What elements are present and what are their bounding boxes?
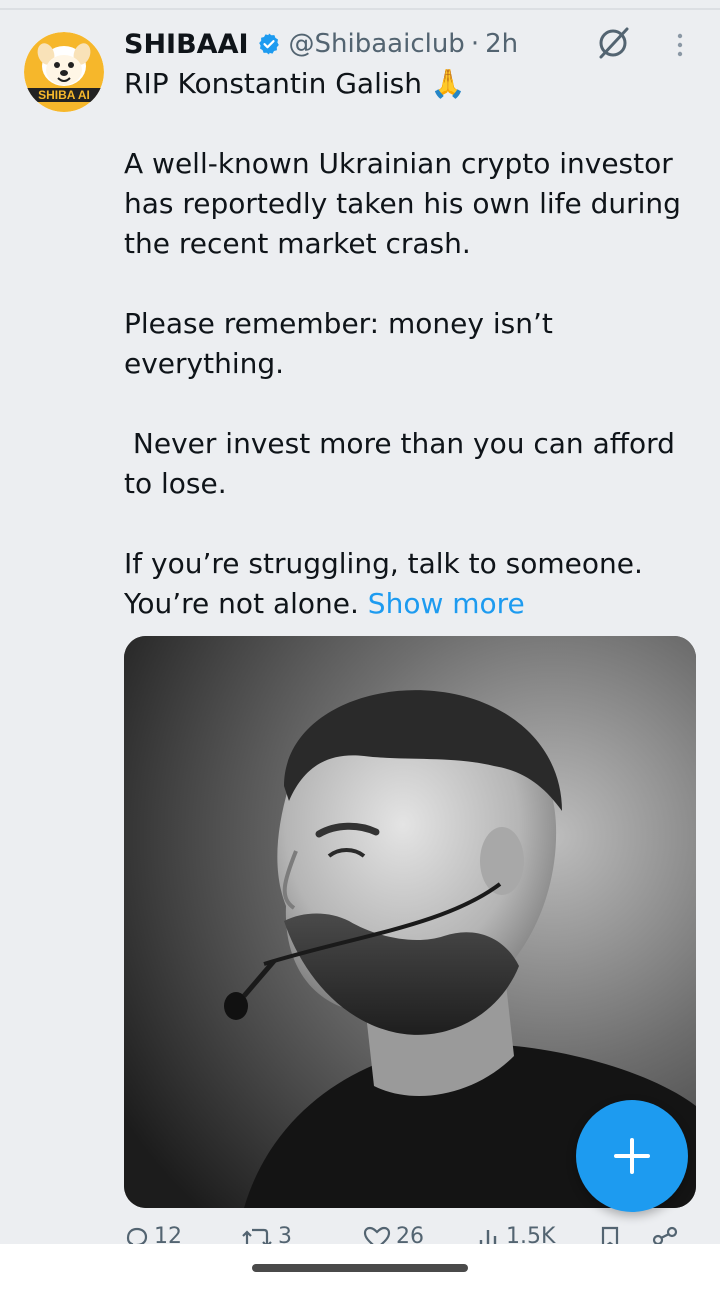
- repost-count: 3: [278, 1226, 292, 1246]
- verified-badge-icon: [257, 32, 281, 56]
- like-count: 26: [396, 1226, 424, 1246]
- repost-icon: [242, 1228, 272, 1246]
- home-indicator[interactable]: [252, 1264, 468, 1272]
- reply-button[interactable]: 12: [124, 1226, 182, 1246]
- shiba-logo: SHIBA AI: [24, 32, 104, 112]
- bookmark-icon: [601, 1226, 619, 1246]
- tweet-line: RIP Konstantin Galish 🙏: [124, 67, 466, 100]
- reply-icon: [126, 1227, 148, 1246]
- tweet-header: SHIBAAI @Shibaaiclub · 2h: [124, 24, 518, 64]
- display-name[interactable]: SHIBAAI: [124, 29, 249, 60]
- timestamp[interactable]: 2h: [485, 29, 518, 59]
- bookmark-button[interactable]: [598, 1226, 626, 1246]
- handle[interactable]: @Shibaaiclub: [289, 29, 465, 59]
- repost-button[interactable]: 3: [240, 1226, 292, 1246]
- separator-dot: ·: [470, 29, 480, 59]
- plus-icon: [614, 1138, 650, 1174]
- more-vertical-icon[interactable]: [670, 30, 690, 60]
- tweet-text: RIP Konstantin Galish 🙏 A well-known Ukr…: [124, 64, 704, 624]
- tweet-line: A well-known Ukrainian crypto investor h…: [124, 147, 681, 260]
- tweet-screen: SHIBA AI SHIBAAI @Shibaaiclub · 2h RIP K…: [0, 0, 720, 1292]
- tweet-line-last: If you’re struggling, talk to someone. Y…: [124, 544, 704, 624]
- like-button[interactable]: 26: [362, 1226, 424, 1246]
- logo-text: SHIBA AI: [38, 88, 90, 102]
- show-more-link[interactable]: Show more: [368, 587, 525, 620]
- views-button[interactable]: 1.5K: [476, 1226, 555, 1246]
- tweet-actions: 12 3 26 1.5K: [124, 1226, 696, 1246]
- share-icon: [652, 1226, 678, 1246]
- compose-button[interactable]: [576, 1100, 688, 1212]
- tweet-line: Please remember: money isn’t everything.: [124, 307, 553, 380]
- avatar[interactable]: SHIBA AI: [24, 32, 104, 112]
- share-button[interactable]: [650, 1226, 684, 1246]
- like-icon: [363, 1226, 391, 1246]
- top-divider: [0, 8, 720, 10]
- tweet-line: Never invest more than you can afford to…: [124, 427, 684, 500]
- reply-count: 12: [154, 1226, 182, 1246]
- views-count: 1.5K: [506, 1226, 556, 1246]
- views-icon: [479, 1230, 497, 1246]
- grok-icon[interactable]: [596, 26, 630, 60]
